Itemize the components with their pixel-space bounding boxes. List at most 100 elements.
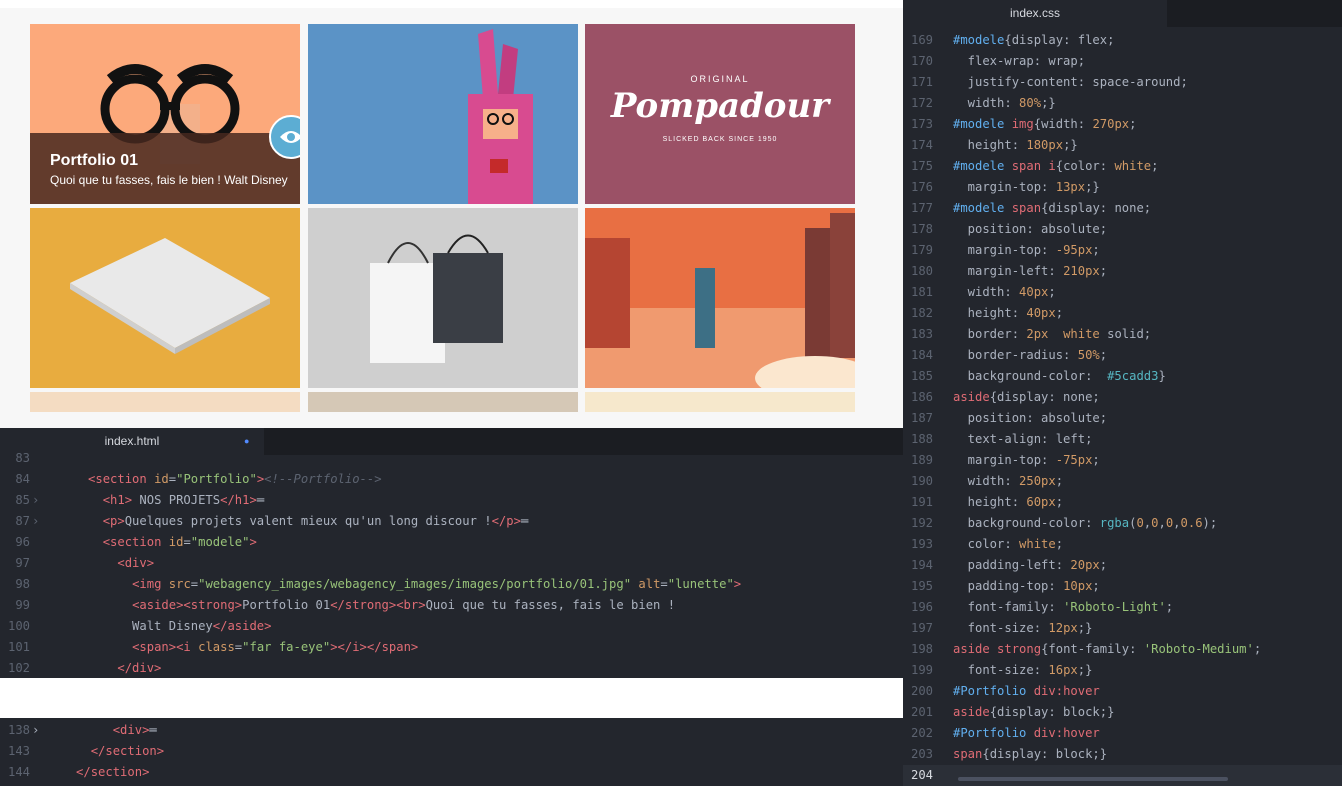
code-text: height: 60px; [953, 495, 1064, 509]
code-line[interactable]: 196 font-family: 'Roboto-Light'; [903, 597, 1173, 618]
code-line[interactable]: 186 aside{display: none; [903, 387, 1100, 408]
code-line[interactable]: 180 margin-left: 210px; [903, 261, 1107, 282]
eye-icon [280, 131, 300, 143]
code-line[interactable]: 183 border: 2px white solid; [903, 324, 1151, 345]
code-line[interactable]: 84 <section id="Portfolio"><!--Portfolio… [0, 469, 382, 490]
bags-illustration [370, 234, 503, 363]
code-line[interactable]: 176 margin-top: 13px;} [903, 177, 1100, 198]
line-number: 96 [15, 535, 30, 549]
css-horizontal-scrollbar[interactable] [958, 777, 1228, 781]
paper-illustration [70, 238, 270, 354]
line-number: 174 [910, 138, 933, 152]
code-line[interactable]: 85 › <h1> NOS PROJETS</h1>═ [0, 490, 264, 511]
code-line[interactable]: 195 padding-top: 10px; [903, 576, 1100, 597]
code-line[interactable]: 192 background-color: rgba(0,0,0,0.6); [903, 513, 1217, 534]
code-text: position: absolute; [953, 411, 1108, 425]
code-line[interactable]: 193 color: white; [903, 534, 1063, 555]
portfolio-tile-paper[interactable] [30, 208, 300, 388]
css-editor[interactable]: index.css 169 #modele{display: flex; 170 f… [903, 0, 1342, 786]
code-text: <section id="Portfolio"><!--Portfolio--> [88, 472, 382, 486]
code-line[interactable]: 174 height: 180px;} [903, 135, 1078, 156]
code-line[interactable]: 199 font-size: 16px;} [903, 660, 1092, 681]
code-line[interactable]: 169 #modele{display: flex; [903, 30, 1114, 51]
portfolio-tile-row3-2[interactable] [308, 392, 578, 412]
code-line[interactable]: 173 #modele img{width: 270px; [903, 114, 1136, 135]
portfolio-tile-row3-3[interactable] [585, 392, 855, 412]
code-line[interactable]: 198 aside strong{font-family: 'Roboto-Med… [903, 639, 1261, 660]
code-text: aside{display: none; [953, 390, 1100, 404]
code-line[interactable]: 191 height: 60px; [903, 492, 1063, 513]
code-line[interactable]: 200 #Portfolio div:hover [903, 681, 1100, 702]
code-text: #Portfolio div:hover [953, 684, 1100, 698]
code-line[interactable]: 184 border-radius: 50%; [903, 345, 1107, 366]
code-line[interactable]: 188 text-align: left; [903, 429, 1092, 450]
city-illustration [585, 208, 855, 388]
portfolio-tile-pompadour[interactable]: ORIGINAL Pompadour SLICKED BACK SINCE 19… [585, 24, 855, 204]
code-text: justify-content: space-around; [953, 75, 1188, 89]
code-line[interactable]: 181 width: 40px; [903, 282, 1056, 303]
code-text: aside strong{font-family: 'Roboto-Medium… [953, 642, 1262, 656]
code-text: border: 2px white solid; [953, 327, 1152, 341]
html-code-area-bottom[interactable]: 138 › <div>═ 143 </section> 144 </section> [0, 718, 903, 786]
code-line[interactable]: 97 <div> [0, 553, 154, 574]
eye-button[interactable] [269, 115, 300, 159]
code-line[interactable]: 102 </div> [0, 658, 161, 678]
code-text: margin-left: 210px; [953, 264, 1108, 278]
code-line[interactable]: 171 justify-content: space-around; [903, 72, 1188, 93]
portfolio-tile-bags[interactable] [308, 208, 578, 388]
code-line[interactable]: 203 span{display: block;} [903, 744, 1107, 765]
code-line[interactable]: 190 width: 250px; [903, 471, 1063, 492]
code-line[interactable]: 177 #modele span{display: none; [903, 198, 1151, 219]
code-line[interactable]: 98 <img src="webagency_images/webagency_… [0, 574, 741, 595]
fold-chevron-icon[interactable]: › [32, 511, 44, 532]
tab-index-html-label: index.html [104, 434, 160, 448]
code-line[interactable]: 194 padding-left: 20px; [903, 555, 1107, 576]
code-line[interactable]: 143 </section> [0, 741, 164, 762]
browser-preview: Portfolio 01 Quoi que tu fasses, fais le… [0, 0, 903, 428]
tab-index-css[interactable]: index.css [903, 0, 1167, 27]
code-line[interactable]: 144 </section> [0, 762, 149, 783]
code-line[interactable]: 83 [0, 448, 44, 469]
line-number: 194 [910, 558, 933, 572]
line-number: 196 [910, 600, 933, 614]
code-line[interactable]: 99 <aside><strong>Portfolio 01</strong><… [0, 595, 675, 616]
code-line[interactable]: 170 flex-wrap: wrap; [903, 51, 1085, 72]
code-text: padding-left: 20px; [953, 558, 1108, 572]
line-number: 179 [910, 243, 933, 257]
code-text: Walt Disney</aside> [44, 619, 272, 633]
code-line[interactable]: 197 font-size: 12px;} [903, 618, 1092, 639]
code-text: <span><i class="far fa-eye"></i></span> [132, 640, 419, 654]
preview-top-strip [0, 0, 903, 8]
portfolio-tile-bunny[interactable] [308, 24, 578, 204]
line-number: 84 [15, 472, 30, 486]
code-line[interactable]: 178 position: absolute; [903, 219, 1107, 240]
code-text: background-color: #5cadd3} [953, 369, 1166, 383]
html-editor[interactable]: index.html ● 83 84 <section id="Portfolio… [0, 428, 903, 678]
code-line[interactable]: 96 <section id="modele"> [0, 532, 257, 553]
portfolio-tile-lunette[interactable]: Portfolio 01 Quoi que tu fasses, fais le… [30, 24, 300, 204]
code-line[interactable]: 201 aside{display: block;} [903, 702, 1114, 723]
code-line[interactable]: 101 <span><i class="far fa-eye"></i></sp… [0, 637, 418, 658]
code-text: </div> [117, 661, 162, 675]
portfolio-tile-row3-1[interactable] [30, 392, 300, 412]
line-number: 85 [15, 493, 30, 507]
line-number: 144 [7, 765, 30, 779]
code-line[interactable]: 175 #modele span i{color: white; [903, 156, 1159, 177]
code-text: <div>═ [112, 723, 157, 737]
code-line[interactable]: 187 position: absolute; [903, 408, 1107, 429]
code-line[interactable]: 172 width: 80%;} [903, 93, 1056, 114]
code-line[interactable]: 179 margin-top: -95px; [903, 240, 1100, 261]
line-number: 195 [910, 579, 933, 593]
bunny-illustration [468, 29, 533, 204]
code-line[interactable]: 182 height: 40px; [903, 303, 1063, 324]
code-line[interactable]: 100 Walt Disney</aside> [0, 616, 271, 637]
code-line[interactable]: 202 #Portfolio div:hover [903, 723, 1100, 744]
fold-chevron-icon[interactable]: › [32, 490, 44, 511]
code-line[interactable]: 189 margin-top: -75px; [903, 450, 1100, 471]
code-line[interactable]: 87 › <p>Quelques projets valent mieux qu'… [0, 511, 528, 532]
code-line[interactable]: 185 background-color: #5cadd3} [903, 366, 1166, 387]
line-number: 199 [910, 663, 933, 677]
code-line[interactable]: 204 [903, 765, 1342, 786]
code-line[interactable]: 138 › <div>═ [0, 720, 157, 741]
portfolio-tile-city[interactable] [585, 208, 855, 388]
